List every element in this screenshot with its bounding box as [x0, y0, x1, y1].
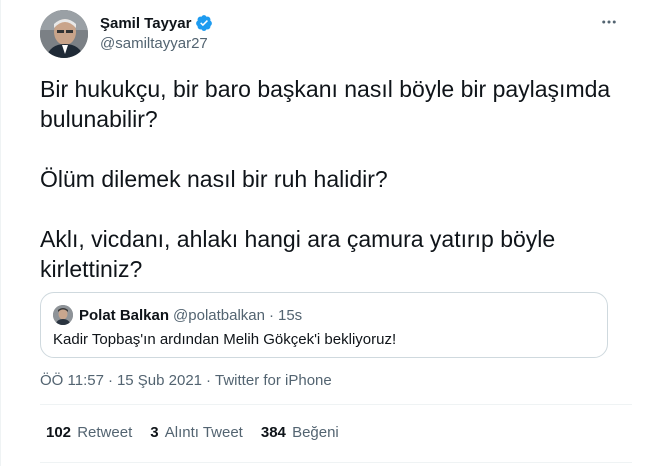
quoted-text: Kadir Topbaş'ın ardından Melih Gökçek'i … [53, 331, 397, 348]
quoted-tweet-header: Polat Balkan @polatbalkan · 15s [53, 305, 302, 325]
stat-label: Alıntı Tweet [164, 424, 243, 441]
retweet-count[interactable]: 102 Retweet [46, 424, 132, 441]
tweet-paragraph: Aklı, vicdanı, ahlakı hangi ara çamura y… [40, 226, 556, 282]
verified-badge-icon [196, 15, 213, 31]
tweet-header: Şamil Tayyar @samiltayyar27 [40, 8, 624, 60]
stat-label: Retweet [77, 424, 133, 441]
tweet-date[interactable]: 15 Şub 2021 [117, 372, 202, 389]
quoted-separator: · [269, 306, 274, 324]
stat-count: 102 [46, 424, 72, 441]
quote-tweet-count[interactable]: 3 Alıntı Tweet [150, 424, 243, 441]
meta-separator: · [107, 372, 113, 389]
tweet-paragraph: Bir hukukçu, bir baro başkanı nasıl böyl… [40, 76, 611, 132]
tweet-stats: 102 Retweet 3 Alıntı Tweet 384 Beğeni [46, 424, 357, 441]
tweet-meta: ÖÖ 11:57 · 15 Şub 2021 · Twitter for iPh… [40, 372, 332, 389]
stat-count: 384 [260, 424, 286, 441]
author-display-name[interactable]: Şamil Tayyar [100, 15, 191, 32]
divider [40, 462, 632, 463]
quoted-display-name: Polat Balkan [79, 306, 170, 324]
stat-label: Beğeni [292, 424, 339, 441]
author-handle[interactable]: @samiltayyar27 [100, 35, 213, 52]
quoted-time: 15s [278, 306, 303, 324]
tweet-card: Şamil Tayyar @samiltayyar27 Bir hukukçu,… [0, 0, 654, 466]
stat-count: 3 [150, 424, 159, 441]
more-horizontal-icon[interactable] [594, 12, 624, 32]
quoted-handle: @polatbalkan [173, 306, 265, 324]
quoted-tweet[interactable]: Polat Balkan @polatbalkan · 15s Kadir To… [40, 292, 608, 358]
left-border [0, 0, 1, 466]
divider [40, 404, 632, 405]
tweet-time[interactable]: ÖÖ 11:57 [40, 372, 104, 389]
tweet-paragraph: Ölüm dilemek nasıl bir ruh halidir? [40, 166, 388, 192]
author-info: Şamil Tayyar @samiltayyar27 [100, 13, 213, 52]
avatar[interactable] [40, 10, 88, 58]
meta-separator: · [206, 372, 212, 389]
like-count[interactable]: 384 Beğeni [261, 424, 339, 441]
tweet-source[interactable]: Twitter for iPhone [215, 372, 332, 389]
tweet-text: Bir hukukçu, bir baro başkanı nasıl böyl… [40, 74, 630, 314]
quoted-avatar [53, 305, 73, 325]
